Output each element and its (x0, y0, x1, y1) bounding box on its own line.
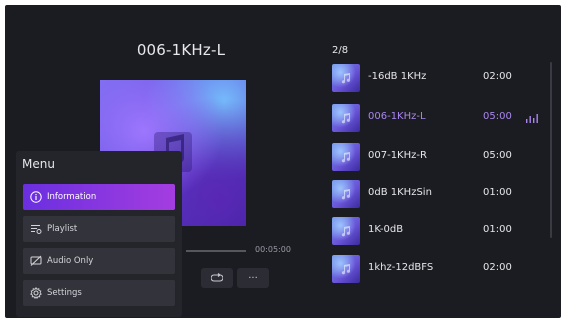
track-name: -16dB 1KHz (368, 71, 427, 82)
menu-item-audio-only[interactable]: Audio Only (23, 248, 175, 274)
track-row[interactable]: 0dB 1KHzSin 01:00 (332, 180, 552, 208)
music-note-icon (341, 189, 351, 200)
menu-item-playlist[interactable]: Playlist (23, 216, 175, 242)
total-duration: 00:05:00 (255, 245, 291, 254)
track-row[interactable]: 1khz-12dBFS 02:00 (332, 255, 552, 283)
track-name: 1khz-12dBFS (368, 262, 434, 273)
gear-icon (30, 287, 42, 299)
music-note-icon (341, 264, 351, 275)
track-row[interactable]: -16dB 1KHz 02:00 (332, 64, 552, 92)
menu-title: Menu (22, 157, 55, 171)
track-row[interactable]: 007-1KHz-R 05:00 (332, 143, 552, 171)
more-icon: ··· (248, 272, 258, 284)
menu-item-label: Settings (47, 288, 82, 298)
repeat-icon (211, 273, 223, 282)
track-row-active[interactable]: 006-1KHz-L 05:00 (332, 104, 552, 132)
track-name: 0dB 1KHzSin (368, 187, 432, 198)
track-duration: 05:00 (483, 150, 512, 161)
track-duration: 01:00 (483, 224, 512, 235)
track-duration: 02:00 (483, 71, 512, 82)
menu-panel: Menu Information Playlist Audio Only Set… (16, 151, 182, 317)
info-icon (30, 191, 42, 203)
menu-item-label: Playlist (47, 224, 78, 234)
track-thumbnail (332, 64, 360, 92)
progress-bar[interactable] (186, 250, 246, 252)
track-name: 006-1KHz-L (368, 111, 426, 122)
track-thumbnail (332, 104, 360, 132)
queue-counter: 2/8 (332, 45, 349, 56)
music-note-icon (341, 113, 351, 124)
track-thumbnail (332, 255, 360, 283)
playlist-icon (31, 225, 42, 234)
track-thumbnail (332, 143, 360, 171)
track-name: 1K-0dB (368, 224, 404, 235)
music-note-icon (341, 73, 351, 84)
menu-item-label: Information (47, 192, 97, 202)
repeat-button[interactable] (201, 268, 233, 288)
menu-item-label: Audio Only (47, 256, 94, 266)
equalizer-icon (526, 114, 538, 123)
now-playing-title: 006-1KHz-L (136, 41, 226, 59)
menu-item-information[interactable]: Information (23, 184, 175, 210)
track-duration: 02:00 (483, 262, 512, 273)
track-thumbnail (332, 217, 360, 245)
music-note-icon (341, 152, 351, 163)
track-row[interactable]: 1K-0dB 01:00 (332, 217, 552, 245)
menu-item-settings[interactable]: Settings (23, 280, 175, 306)
track-name: 007-1KHz-R (368, 150, 427, 161)
screen-off-icon (30, 255, 42, 266)
more-button[interactable]: ··· (237, 268, 269, 288)
queue-scrollbar[interactable] (550, 62, 552, 238)
music-note-icon (341, 226, 351, 237)
track-duration: 01:00 (483, 187, 512, 198)
track-thumbnail (332, 180, 360, 208)
media-player-screen: 006-1KHz-L 00:05:00 ··· 2/8 -16dB 1KHz 0… (5, 5, 561, 318)
track-duration: 05:00 (483, 111, 512, 122)
